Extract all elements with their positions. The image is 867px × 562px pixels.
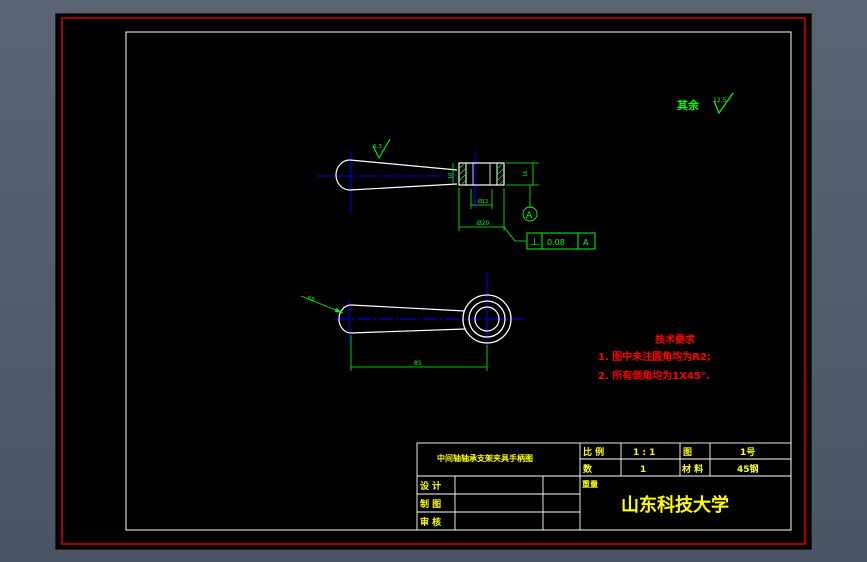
scale-value: 1 : 1	[633, 448, 655, 458]
material-value: 45钢	[737, 463, 759, 475]
weight-label: 重量	[582, 479, 598, 489]
roughness-note: 其余	[677, 98, 700, 112]
tolerance-datum: A	[583, 238, 589, 247]
dim-hole: Ø12	[478, 198, 488, 205]
top-view: R8 85	[300, 273, 523, 371]
tech-item-2: 2. 所有倒角均为1X45°.	[598, 369, 710, 382]
drawing-no-value: 1号	[740, 447, 755, 458]
material-label: 材 料	[681, 463, 703, 475]
drawing-no-label: 图	[683, 447, 692, 458]
school-name: 山东科技大学	[621, 494, 729, 516]
dim-small: 10	[448, 173, 454, 179]
quantity-value: 1	[640, 465, 646, 475]
dim-height: 16	[523, 171, 529, 177]
tolerance-frame: ⊥ 0.08 A	[526, 232, 596, 250]
quantity-label: 数	[583, 463, 593, 475]
tolerance-value: 0.08	[547, 238, 565, 247]
reviewer-label: 审 核	[420, 516, 441, 528]
tech-item-1: 1. 图中未注圆角均为R2;	[598, 350, 711, 363]
part-name: 中间轴轴承支架夹具手柄图	[437, 453, 533, 463]
dim-length: 85	[414, 360, 422, 367]
roughness-default-value: 12.5	[713, 97, 727, 104]
front-view: Ø20 16 10 Ø12 6.3 A ⊥ 0.08 A	[317, 138, 596, 250]
tech-title: 技术要求	[655, 333, 696, 346]
designer-label: 设 计	[420, 480, 441, 492]
roughness-handle: 6.3	[373, 144, 382, 150]
cad-viewport[interactable]: 其余 12.5 Ø20 16 10 Ø12 6.3 A ⊥ 0.08 A R8 …	[55, 13, 812, 550]
datum-label: A	[526, 211, 533, 221]
dim-radius: R8	[306, 295, 315, 303]
tech-requirements: 技术要求 1. 图中未注圆角均为R2; 2. 所有倒角均为1X45°.	[598, 333, 711, 382]
title-block-text: 中间轴轴承支架夹具手柄图 比 例 1 : 1 图 1号 数 1 材 料 45钢 …	[420, 446, 759, 528]
roughness-default-symbol: 12.5	[713, 92, 734, 115]
tolerance-symbol: ⊥	[530, 237, 539, 248]
scale-label: 比 例	[583, 446, 604, 458]
drafter-label: 制 图	[420, 498, 441, 510]
dim-bore-dia: Ø20	[477, 220, 490, 227]
drawing-canvas: 其余 12.5 Ø20 16 10 Ø12 6.3 A ⊥ 0.08 A R8 …	[61, 17, 806, 545]
